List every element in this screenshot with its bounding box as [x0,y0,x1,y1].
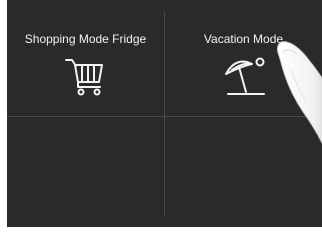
beach-umbrella-icon [225,57,265,95]
shopping-cart-icon [65,59,103,96]
screen-bottom-margin [0,227,322,244]
mode-selection-screen: Shopping Mode Fridge Vacation Mode [7,0,322,244]
shopping-mode-label: Shopping Mode Fridge [24,32,147,46]
shopping-mode-tile[interactable]: Shopping Mode Fridge [7,0,164,116]
pointing-hand-icon [277,41,322,145]
empty-tile-bottom-left [7,117,164,227]
vertical-divider [164,12,165,216]
